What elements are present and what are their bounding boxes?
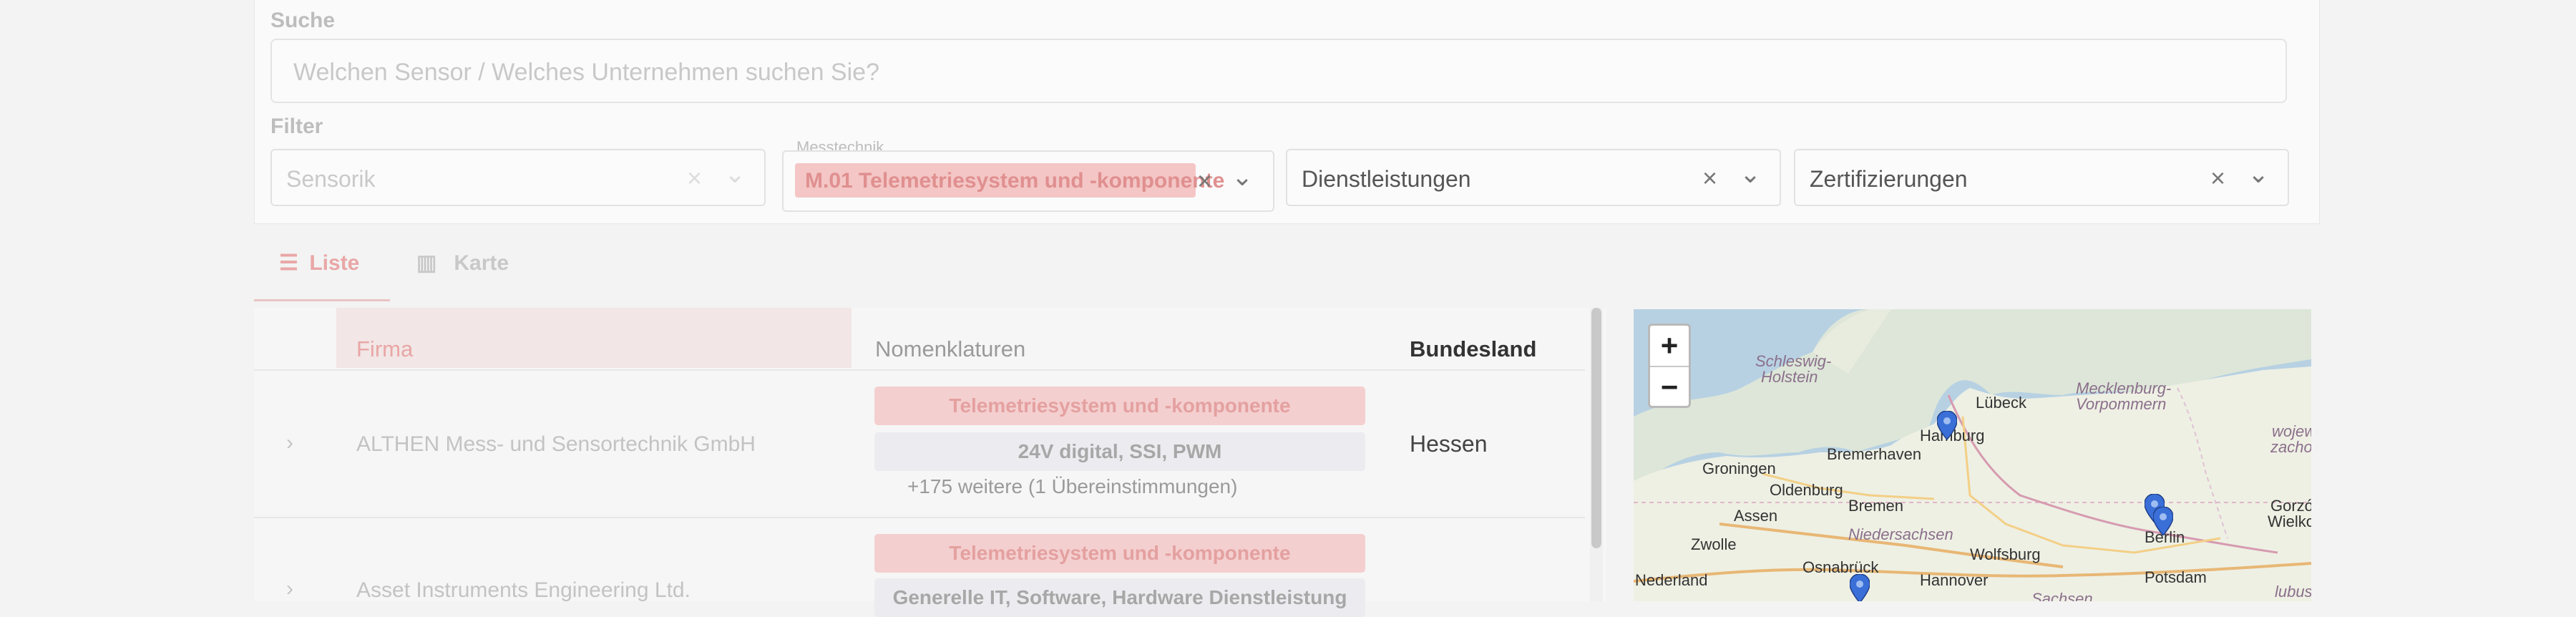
chevron-right-icon[interactable]: › bbox=[286, 431, 293, 455]
tab-karte[interactable]: ▥ Karte bbox=[416, 251, 509, 276]
header-divider bbox=[254, 369, 1585, 371]
map-label-potsdam: Potsdam bbox=[2145, 568, 2207, 586]
zertifizierungen-select-value: Zertifizierungen bbox=[1810, 166, 1968, 192]
chevron-right-icon[interactable]: › bbox=[286, 577, 293, 601]
sensorik-select-value: Sensorik bbox=[286, 166, 376, 192]
search-label: Suche bbox=[270, 9, 336, 32]
row-firma: Asset Instruments Engineering Ltd. bbox=[356, 578, 691, 602]
active-tab-indicator bbox=[254, 299, 390, 301]
column-header-bundesland[interactable]: Bundesland bbox=[1410, 336, 1536, 362]
map-label-wolfsburg: Wolfsburg bbox=[1970, 545, 2041, 563]
nomenklatur-badge: Telemetriesystem und -komponente bbox=[874, 534, 1365, 573]
chevron-down-icon[interactable]: ⌄ bbox=[1740, 159, 1761, 189]
row-firma: ALTHEN Mess- und Sensortechnik GmbH bbox=[356, 432, 756, 456]
map-label-bremen: Bremen bbox=[1848, 497, 1904, 515]
column-header-nomenklaturen[interactable]: Nomenklaturen bbox=[875, 336, 1025, 362]
map-label-lubuskie: lubuskie bbox=[2275, 583, 2311, 601]
map-label-assen: Assen bbox=[1734, 507, 1778, 525]
tab-liste-label: Liste bbox=[309, 251, 360, 275]
nomenklatur-badge: 24V digital, SSI, PWM bbox=[874, 432, 1365, 471]
clear-icon[interactable]: × bbox=[687, 163, 702, 193]
map-label-sachsen: Sachsen bbox=[2031, 590, 2093, 601]
tab-karte-label: Karte bbox=[454, 251, 509, 275]
clear-icon[interactable]: × bbox=[2210, 163, 2225, 193]
map-label-groningen: Groningen bbox=[1702, 460, 1776, 477]
search-placeholder: Welchen Sensor / Welches Unternehmen suc… bbox=[293, 59, 879, 86]
map-zoom-control: + − bbox=[1648, 324, 1691, 408]
map-label-niedersachsen: Niedersachsen bbox=[1848, 525, 1953, 543]
chevron-down-icon[interactable]: ⌄ bbox=[724, 159, 746, 189]
clear-icon[interactable]: × bbox=[1197, 166, 1212, 196]
map-label-holstein: Holstein bbox=[1761, 368, 1818, 386]
messtechnik-tag[interactable]: M.01 Telemetriesystem und -komponente bbox=[795, 163, 1224, 198]
messtechnik-tag-label: M.01 Telemetriesystem und -komponente bbox=[805, 169, 1225, 193]
sensorik-select[interactable]: Sensorik × ⌄ bbox=[270, 149, 766, 206]
map-label-bremerhaven: Bremerhaven bbox=[1827, 445, 1922, 463]
list-icon: ☰ bbox=[279, 251, 298, 275]
zoom-in-button[interactable]: + bbox=[1650, 326, 1689, 366]
map-label-hannover: Hannover bbox=[1920, 571, 1989, 589]
dienstleistungen-select[interactable]: Dienstleistungen × ⌄ bbox=[1286, 149, 1781, 206]
tab-liste[interactable]: ☰ Liste bbox=[279, 251, 359, 276]
firma-header-highlight bbox=[336, 308, 852, 368]
row-bundesland: Hessen bbox=[1410, 431, 1488, 457]
map-label-nederland: Nederland bbox=[1635, 571, 1708, 589]
chevron-down-icon[interactable]: ⌄ bbox=[2248, 159, 2269, 189]
search-input[interactable]: Welchen Sensor / Welches Unternehmen suc… bbox=[270, 39, 2287, 103]
map-label-vorpommern: Vorpommern bbox=[2076, 395, 2167, 413]
map-marker-icon[interactable] bbox=[1850, 574, 1870, 601]
zertifizierungen-select[interactable]: Zertifizierungen × ⌄ bbox=[1794, 149, 2289, 206]
map-marker-icon[interactable] bbox=[2153, 507, 2173, 535]
map-view[interactable]: Schleswig- Holstein Lübeck Mecklenburg- … bbox=[1634, 309, 2311, 601]
table-scrollbar-thumb[interactable] bbox=[1591, 308, 1601, 548]
map-label-wojewod: wojewódz bbox=[2272, 422, 2311, 440]
map-marker-icon[interactable] bbox=[1937, 411, 1957, 439]
column-header-firma[interactable]: Firma bbox=[356, 336, 413, 362]
map-label-luebeck: Lübeck bbox=[1976, 394, 2026, 412]
chevron-down-icon[interactable]: ⌄ bbox=[1231, 162, 1253, 192]
dienstleistungen-select-value: Dienstleistungen bbox=[1302, 166, 1471, 192]
map-icon: ▥ bbox=[416, 251, 437, 275]
clear-icon[interactable]: × bbox=[1702, 163, 1717, 193]
nomenklatur-badge: Generelle IT, Software, Hardware Dienstl… bbox=[874, 578, 1365, 617]
filter-label: Filter bbox=[270, 115, 323, 138]
map-label-wielkopolsk: Wielkopols bbox=[2268, 512, 2311, 530]
more-nomenklaturen: +175 weitere (1 Übereinstimmungen) bbox=[907, 475, 1238, 497]
messtechnik-select[interactable]: M.01 Telemetriesystem und -komponente × … bbox=[782, 150, 1274, 212]
row-divider bbox=[254, 517, 1585, 518]
nomenklatur-badge: Telemetriesystem und -komponente bbox=[874, 387, 1365, 425]
zoom-out-button[interactable]: − bbox=[1650, 367, 1689, 407]
map-label-zwolle: Zwolle bbox=[1691, 535, 1737, 553]
map-label-oldenburg: Oldenburg bbox=[1770, 481, 1843, 499]
